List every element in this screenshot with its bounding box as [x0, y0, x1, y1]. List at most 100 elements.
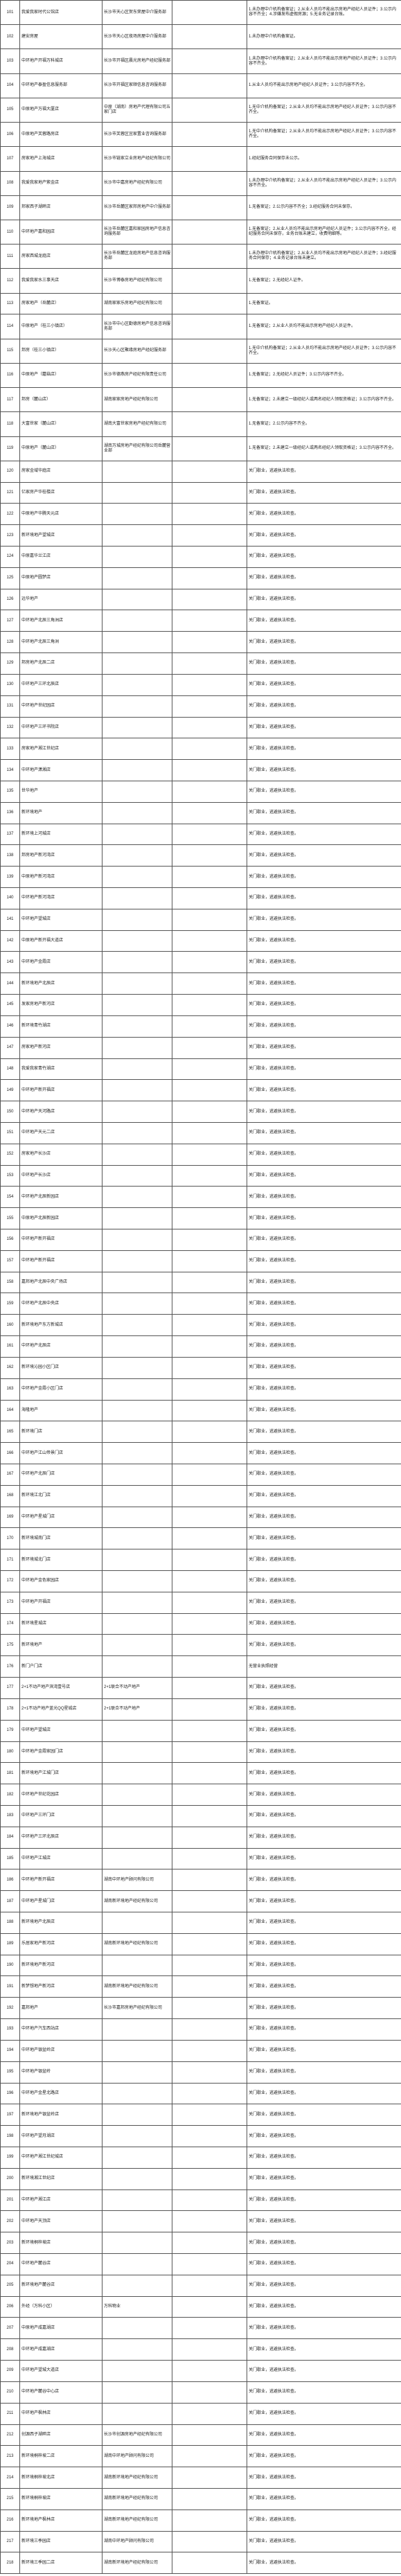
law-cell — [172, 930, 247, 952]
law-cell — [172, 1549, 247, 1571]
company-name: 2+1联合不动产地产 — [102, 1698, 172, 1721]
table-row: 103 中环地产开福万科城店 长沙市开福区晨光房地产经纪服务部 1.未办理中介机构备案… — [0, 48, 401, 74]
company-name: 长沙市岳麓区家邦房地产中介服务部 — [102, 195, 172, 220]
store-name: 发家房地产新河店 — [19, 994, 103, 1016]
company-name — [102, 2338, 172, 2361]
row-number: 119 — [0, 436, 20, 461]
table-row: 196 中环地产金星北路店 关门歇业，逃避执法检查。 — [0, 2082, 401, 2105]
law-cell — [172, 1869, 247, 1892]
table-row: 167 中环地产北辰门店 关门歇业，逃避执法检查。 — [0, 1463, 401, 1486]
store-name: 大富世家（麓山店） — [19, 411, 103, 437]
row-number: 158 — [0, 1271, 20, 1294]
row-number: 101 — [0, 0, 20, 26]
company-name — [102, 631, 172, 654]
issue-description: 关门歇业，逃避执法检查。 — [247, 2210, 401, 2233]
store-name: 中环地产北辰门店 — [19, 1463, 103, 1486]
issue-description: 1.未办理中介机构备案证；2.从业人员均不能出示房地产经纪人员证件；3.公示内容… — [247, 170, 401, 196]
company-name — [102, 972, 172, 995]
store-name: 中环地产湘江店 — [19, 2189, 103, 2212]
issue-description: 关门歇业，逃避执法检查。 — [247, 2360, 401, 2382]
table-row: 213 新环境桐梓坡二店 湖南中环地产顾问有限公司 关门歇业，逃避执法检查。 — [0, 2445, 401, 2468]
issue-description: 关门歇业，逃避执法检查。 — [247, 2467, 401, 2489]
table-row: 113 房家地产（岳麓店） 湖南家家乐房地产经纪有限公司 1.无备案证。 — [0, 292, 401, 315]
company-name — [102, 1912, 172, 1934]
law-cell — [172, 2274, 247, 2297]
issue-description: 关门歇业，逃避执法检查。 — [247, 908, 401, 931]
store-name: 新环境地产 — [19, 1634, 103, 1657]
issue-description: 关门歇业，逃避执法检查。 — [247, 1442, 401, 1464]
issue-description: 关门歇业，逃避执法检查。 — [247, 1997, 401, 2020]
row-number: 103 — [0, 48, 20, 74]
company-name — [102, 908, 172, 931]
row-number: 207 — [0, 2317, 20, 2340]
row-number: 162 — [0, 1356, 20, 1379]
row-number: 155 — [0, 1207, 20, 1229]
law-cell — [172, 73, 247, 98]
table-row: 157 中环地产新开福店 关门歇业，逃避执法检查。 — [0, 1250, 401, 1272]
table-row: 139 中原地产新河湾店 关门歇业，逃避执法检查。 — [0, 866, 401, 888]
store-name: 中环地产枫林店 — [19, 2402, 103, 2425]
issue-description: 关门歇业，逃避执法检查。 — [247, 1015, 401, 1038]
store-name: 房家地产（岳麓店） — [19, 292, 103, 315]
table-row: 131 中环地产世纪园店 关门歇业，逃避执法检查。 — [0, 695, 401, 718]
company-name — [102, 1335, 172, 1358]
table-row: 101 我爱我家时代公馆店 长沙市天心区贺东荣屋中介服务部 1.未办理中介机构备案证；… — [0, 0, 401, 26]
table-row: 142 中原地产新开福大道店 关门歇业，逃避执法检查。 — [0, 930, 401, 952]
issue-description: 关门歇业，逃避执法检查。 — [247, 1975, 401, 1998]
row-number: 192 — [0, 1997, 20, 2020]
law-cell — [172, 1250, 247, 1272]
store-name: 邦房（麓山店） — [19, 387, 103, 413]
store-name: 中环地产新开福店 — [19, 1079, 103, 1102]
table-row: 140 中环地产新河湾店 关门歇业，逃避执法检查。 — [0, 887, 401, 909]
table-row: 160 新环境地产东方新城店 关门歇业，逃避执法检查。 — [0, 1314, 401, 1337]
table-row: 208 中环地产咸嘉湖店 关门歇业，逃避执法检查。 — [0, 2338, 401, 2361]
store-name: 中原地产华腾天元店 — [19, 503, 103, 526]
law-cell — [172, 2402, 247, 2425]
law-cell — [172, 1826, 247, 1849]
row-number: 148 — [0, 1058, 20, 1081]
store-name: 新环境地产北辰店 — [19, 1912, 103, 1934]
company-name — [102, 1655, 172, 1678]
table-row: 164 海隆地产 关门歇业，逃避执法检查。 — [0, 1399, 401, 1422]
row-number: 173 — [0, 1591, 20, 1614]
store-name: 房家地产上海城店 — [19, 146, 103, 172]
table-row: 190 新环境地产新河店 关门歇业，逃避执法检查。 — [0, 1954, 401, 1977]
company-name — [102, 1186, 172, 1209]
issue-description: 关门歇业，逃避执法检查。 — [247, 2253, 401, 2275]
issue-description: 关门歇业，逃避执法检查。 — [247, 1677, 401, 1699]
table-row: 156 中环地产新开福店 关门歇业，逃避执法检查。 — [0, 1229, 401, 1251]
row-number: 126 — [0, 588, 20, 611]
law-cell — [172, 2125, 247, 2147]
law-cell — [172, 908, 247, 931]
law-cell — [172, 24, 247, 50]
law-cell — [172, 1847, 247, 1870]
law-cell — [172, 2487, 247, 2510]
table-row: 198 中环地产望月湖店 关门歇业，逃避执法检查。 — [0, 2125, 401, 2147]
company-name: 长沙市岳麓区龙庭房地产信息咨询服务部 — [102, 244, 172, 269]
store-name: 中原地产万福大厦店 — [19, 97, 103, 123]
row-number: 140 — [0, 887, 20, 909]
issue-description: 关门歇业，逃避执法检查。 — [247, 2274, 401, 2297]
company-name — [102, 2061, 172, 2084]
law-cell — [172, 2082, 247, 2105]
law-cell — [172, 1271, 247, 1294]
company-name — [102, 2317, 172, 2340]
law-cell — [172, 1314, 247, 1337]
company-name — [102, 567, 172, 589]
company-name — [102, 738, 172, 761]
row-number: 128 — [0, 631, 20, 654]
company-name — [102, 866, 172, 888]
issue-description: 关门歇业，逃避执法检查。 — [247, 1634, 401, 1657]
store-name: 新环境地产枫林店 — [19, 2509, 103, 2532]
company-name: 长沙市中嘉房地产经纪有限公司 — [102, 170, 172, 196]
store-name: 中环地产金霞小区门店 — [19, 1378, 103, 1401]
company-name — [102, 503, 172, 526]
law-cell — [172, 1015, 247, 1038]
issue-description: 关门歇业，逃避执法检查。 — [247, 1250, 401, 1272]
issue-description: 关门歇业，逃避执法检查。 — [247, 1271, 401, 1294]
table-row: 195 中环地产银盆岭 关门歇业，逃避执法检查。 — [0, 2061, 401, 2084]
row-number: 175 — [0, 1634, 20, 1657]
row-number: 189 — [0, 1933, 20, 1955]
issue-description: 关门歇业，逃避执法检查。 — [247, 652, 401, 675]
table-row: 203 新环境桐梓坡店 关门歇业，逃避执法检查。 — [0, 2232, 401, 2254]
